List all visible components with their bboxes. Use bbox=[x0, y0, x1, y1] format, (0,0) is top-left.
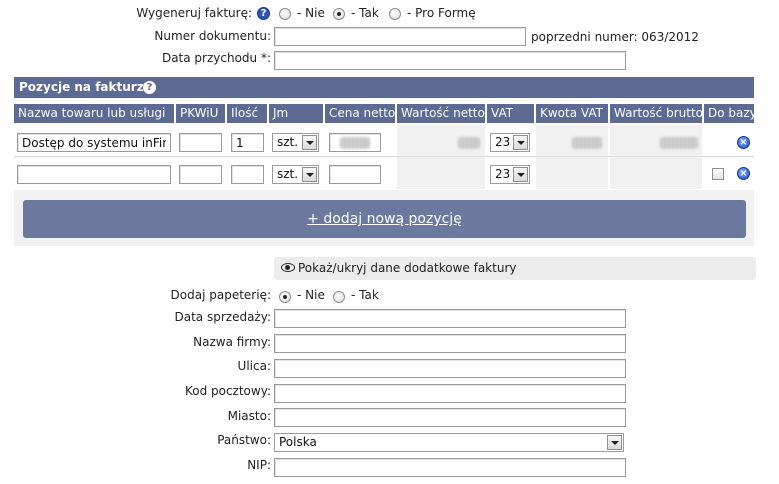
help-icon[interactable]: ? bbox=[257, 7, 270, 20]
col-header-name: Nazwa towaru lub usługi bbox=[14, 104, 174, 123]
row2-unit-select[interactable]: szt. bbox=[272, 165, 319, 184]
row1-unit-value: szt. bbox=[277, 135, 299, 149]
row-cell-bg bbox=[397, 125, 485, 189]
stationery-yes-radio[interactable] bbox=[333, 291, 345, 303]
col-header-qty: Ilość bbox=[227, 104, 267, 123]
generate-invoice-label: Wygeneruj fakturę: bbox=[136, 6, 252, 20]
row1-net-price-input[interactable] bbox=[329, 133, 381, 152]
postal-code-input[interactable] bbox=[274, 384, 626, 403]
row1-net-value-redacted bbox=[458, 137, 480, 149]
col-header-to-db: Do bazy bbox=[704, 104, 754, 123]
generate-proforma-label: - Pro Formę bbox=[407, 6, 476, 20]
row1-vat-value: 23 bbox=[495, 135, 511, 149]
country-select[interactable]: Polska bbox=[274, 433, 624, 452]
col-header-unit: Jm bbox=[269, 104, 323, 123]
country-value: Polska bbox=[279, 435, 317, 449]
nip-input[interactable] bbox=[274, 458, 626, 477]
generate-proforma-radio[interactable] bbox=[389, 8, 401, 20]
city-label: Miasto: bbox=[227, 409, 271, 423]
previous-number-text: poprzedni numer: 063/2012 bbox=[531, 30, 699, 44]
positions-section-title: Pozycje na fakturze bbox=[19, 80, 152, 94]
row1-unit-select[interactable]: szt. bbox=[272, 133, 319, 152]
income-date-input[interactable] bbox=[274, 51, 626, 70]
dropdown-arrow-icon bbox=[513, 135, 528, 150]
col-header-pkwiu: PKWiU bbox=[176, 104, 225, 123]
row1-vat-select[interactable]: 23 bbox=[490, 133, 530, 152]
row1-gross-value-redacted bbox=[660, 137, 698, 149]
document-number-label: Numer dokumentu: bbox=[154, 29, 271, 43]
sale-date-label: Data sprzedaży: bbox=[174, 310, 272, 324]
country-label: Państwo: bbox=[217, 433, 271, 447]
stationery-no-radio[interactable] bbox=[279, 291, 291, 303]
generate-no-label: - Nie bbox=[297, 6, 325, 20]
row-divider bbox=[14, 156, 754, 157]
sale-date-input[interactable] bbox=[274, 309, 626, 328]
dropdown-arrow-icon bbox=[513, 167, 528, 182]
row2-name-input[interactable] bbox=[17, 165, 171, 184]
row2-delete-icon[interactable]: × bbox=[737, 167, 750, 180]
row1-name-input[interactable] bbox=[17, 133, 171, 152]
toggle-extra-data-label: Pokaż/ukryj dane dodatkowe faktury bbox=[298, 261, 517, 275]
generate-no-radio[interactable] bbox=[279, 8, 291, 20]
col-header-net-value: Wartość netto bbox=[397, 104, 485, 123]
row2-to-db-checkbox[interactable] bbox=[712, 168, 724, 180]
col-header-net-price: Cena netto bbox=[325, 104, 395, 123]
postal-code-label: Kod pocztowy: bbox=[184, 384, 271, 398]
col-header-vat: VAT bbox=[487, 104, 534, 123]
nip-label: NIP: bbox=[247, 458, 271, 472]
row1-vat-amount-redacted bbox=[572, 137, 602, 149]
income-date-label: Data przychodu *: bbox=[161, 51, 271, 65]
row1-delete-icon[interactable]: × bbox=[737, 136, 750, 149]
row2-unit-value: szt. bbox=[277, 167, 299, 181]
row1-pkwiu-input[interactable] bbox=[179, 133, 222, 152]
stationery-label: Dodaj papeterię: bbox=[170, 288, 271, 302]
row2-vat-value: 23 bbox=[495, 167, 511, 181]
street-input[interactable] bbox=[274, 359, 626, 378]
dropdown-arrow-icon bbox=[607, 435, 622, 450]
stationery-no-label: - Nie bbox=[297, 288, 325, 302]
redacted-value bbox=[340, 137, 370, 149]
city-input[interactable] bbox=[274, 408, 626, 427]
col-header-gross-value: Wartość brutto bbox=[610, 104, 702, 123]
street-label: Ulica: bbox=[237, 359, 271, 373]
add-position-button[interactable]: + dodaj nową pozycję bbox=[23, 200, 746, 238]
company-name-input[interactable] bbox=[274, 334, 626, 353]
document-number-input[interactable] bbox=[274, 27, 526, 46]
col-header-vat-amount: Kwota VAT bbox=[536, 104, 608, 123]
toggle-extra-data-button[interactable]: Pokaż/ukryj dane dodatkowe faktury bbox=[274, 257, 756, 280]
row2-pkwiu-input[interactable] bbox=[179, 165, 222, 184]
generate-yes-label: - Tak bbox=[351, 6, 379, 20]
row2-vat-select[interactable]: 23 bbox=[490, 165, 530, 184]
stationery-yes-label: - Tak bbox=[351, 288, 379, 302]
generate-yes-radio[interactable] bbox=[333, 8, 345, 20]
row-cell-bg bbox=[536, 125, 608, 189]
row2-qty-input[interactable] bbox=[231, 165, 264, 184]
positions-section-header: Pozycje na fakturze bbox=[14, 77, 754, 98]
company-name-label: Nazwa firmy: bbox=[193, 335, 271, 349]
dropdown-arrow-icon bbox=[302, 135, 317, 150]
positions-help-icon[interactable]: ? bbox=[143, 81, 156, 94]
row-cell-bg bbox=[610, 125, 702, 189]
row1-qty-input[interactable] bbox=[231, 133, 264, 152]
row2-net-price-input[interactable] bbox=[329, 165, 381, 184]
eye-icon bbox=[281, 263, 295, 272]
dropdown-arrow-icon bbox=[302, 167, 317, 182]
